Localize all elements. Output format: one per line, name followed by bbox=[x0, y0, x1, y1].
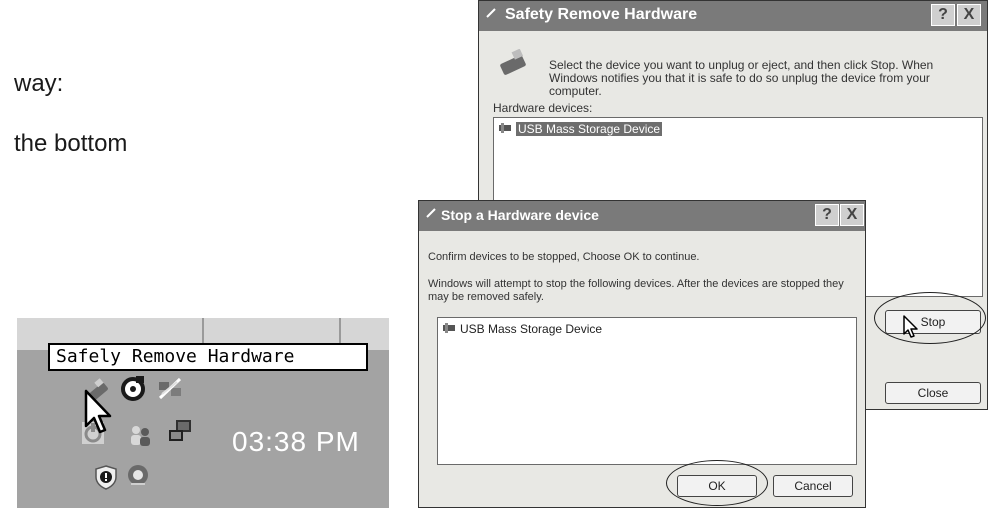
hardware-devices-label: Hardware devices: bbox=[493, 101, 593, 115]
dialog-title: Stop a Hardware device bbox=[441, 207, 599, 223]
tray-clock[interactable]: 03:38 PM bbox=[232, 426, 360, 458]
device-list-item[interactable]: USB Mass Storage Device bbox=[498, 122, 663, 136]
mouse-cursor-icon bbox=[903, 315, 918, 338]
doc-text-line-2: the bottom bbox=[14, 130, 128, 157]
confirm-text: Confirm devices to be stopped, Choose OK… bbox=[428, 251, 700, 263]
system-tray: Safely Remove Hardware 03:38 PM bbox=[17, 318, 389, 508]
warning-text: Windows will attempt to stop the followi… bbox=[428, 278, 844, 303]
dialog-system-icon bbox=[486, 8, 496, 18]
usb-device-icon bbox=[499, 123, 511, 133]
speaker-icon[interactable] bbox=[120, 376, 146, 402]
security-shield-icon[interactable] bbox=[93, 464, 119, 490]
close-icon[interactable]: X bbox=[957, 4, 981, 26]
stopped-devices-list[interactable]: USB Mass Storage Device bbox=[437, 317, 857, 465]
dialog-titlebar: Stop a Hardware device ? X bbox=[419, 201, 865, 231]
tray-tooltip: Safely Remove Hardware bbox=[48, 343, 368, 371]
stop-hardware-device-dialog: Stop a Hardware device ? X Confirm devic… bbox=[418, 200, 866, 508]
dialog-title: Safety Remove Hardware bbox=[505, 6, 698, 23]
mouse-cursor-icon bbox=[84, 389, 112, 434]
users-icon[interactable] bbox=[127, 422, 153, 448]
help-button[interactable]: ? bbox=[931, 4, 955, 26]
device-list-item[interactable]: USB Mass Storage Device bbox=[442, 322, 602, 336]
computer-icon[interactable] bbox=[167, 418, 193, 444]
device-name: USB Mass Storage Device bbox=[516, 122, 663, 136]
help-button[interactable]: ? bbox=[815, 204, 839, 226]
usb-device-icon bbox=[443, 323, 455, 333]
network-icon[interactable] bbox=[157, 376, 183, 402]
hardware-device-icon bbox=[500, 49, 526, 75]
dialog-titlebar: Safety Remove Hardware ? X bbox=[479, 1, 987, 31]
dialog-system-icon bbox=[426, 208, 436, 218]
close-icon[interactable]: X bbox=[840, 204, 864, 226]
cancel-button[interactable]: Cancel bbox=[773, 475, 853, 497]
doc-text-line-1: way: bbox=[14, 70, 64, 97]
close-button[interactable]: Close bbox=[885, 382, 981, 404]
device-name: USB Mass Storage Device bbox=[460, 322, 603, 336]
instruction-text: Select the device you want to unplug or … bbox=[549, 58, 934, 98]
ok-highlight-circle bbox=[666, 460, 768, 506]
stop-highlight-circle bbox=[874, 292, 986, 344]
audio-icon[interactable] bbox=[125, 462, 151, 488]
